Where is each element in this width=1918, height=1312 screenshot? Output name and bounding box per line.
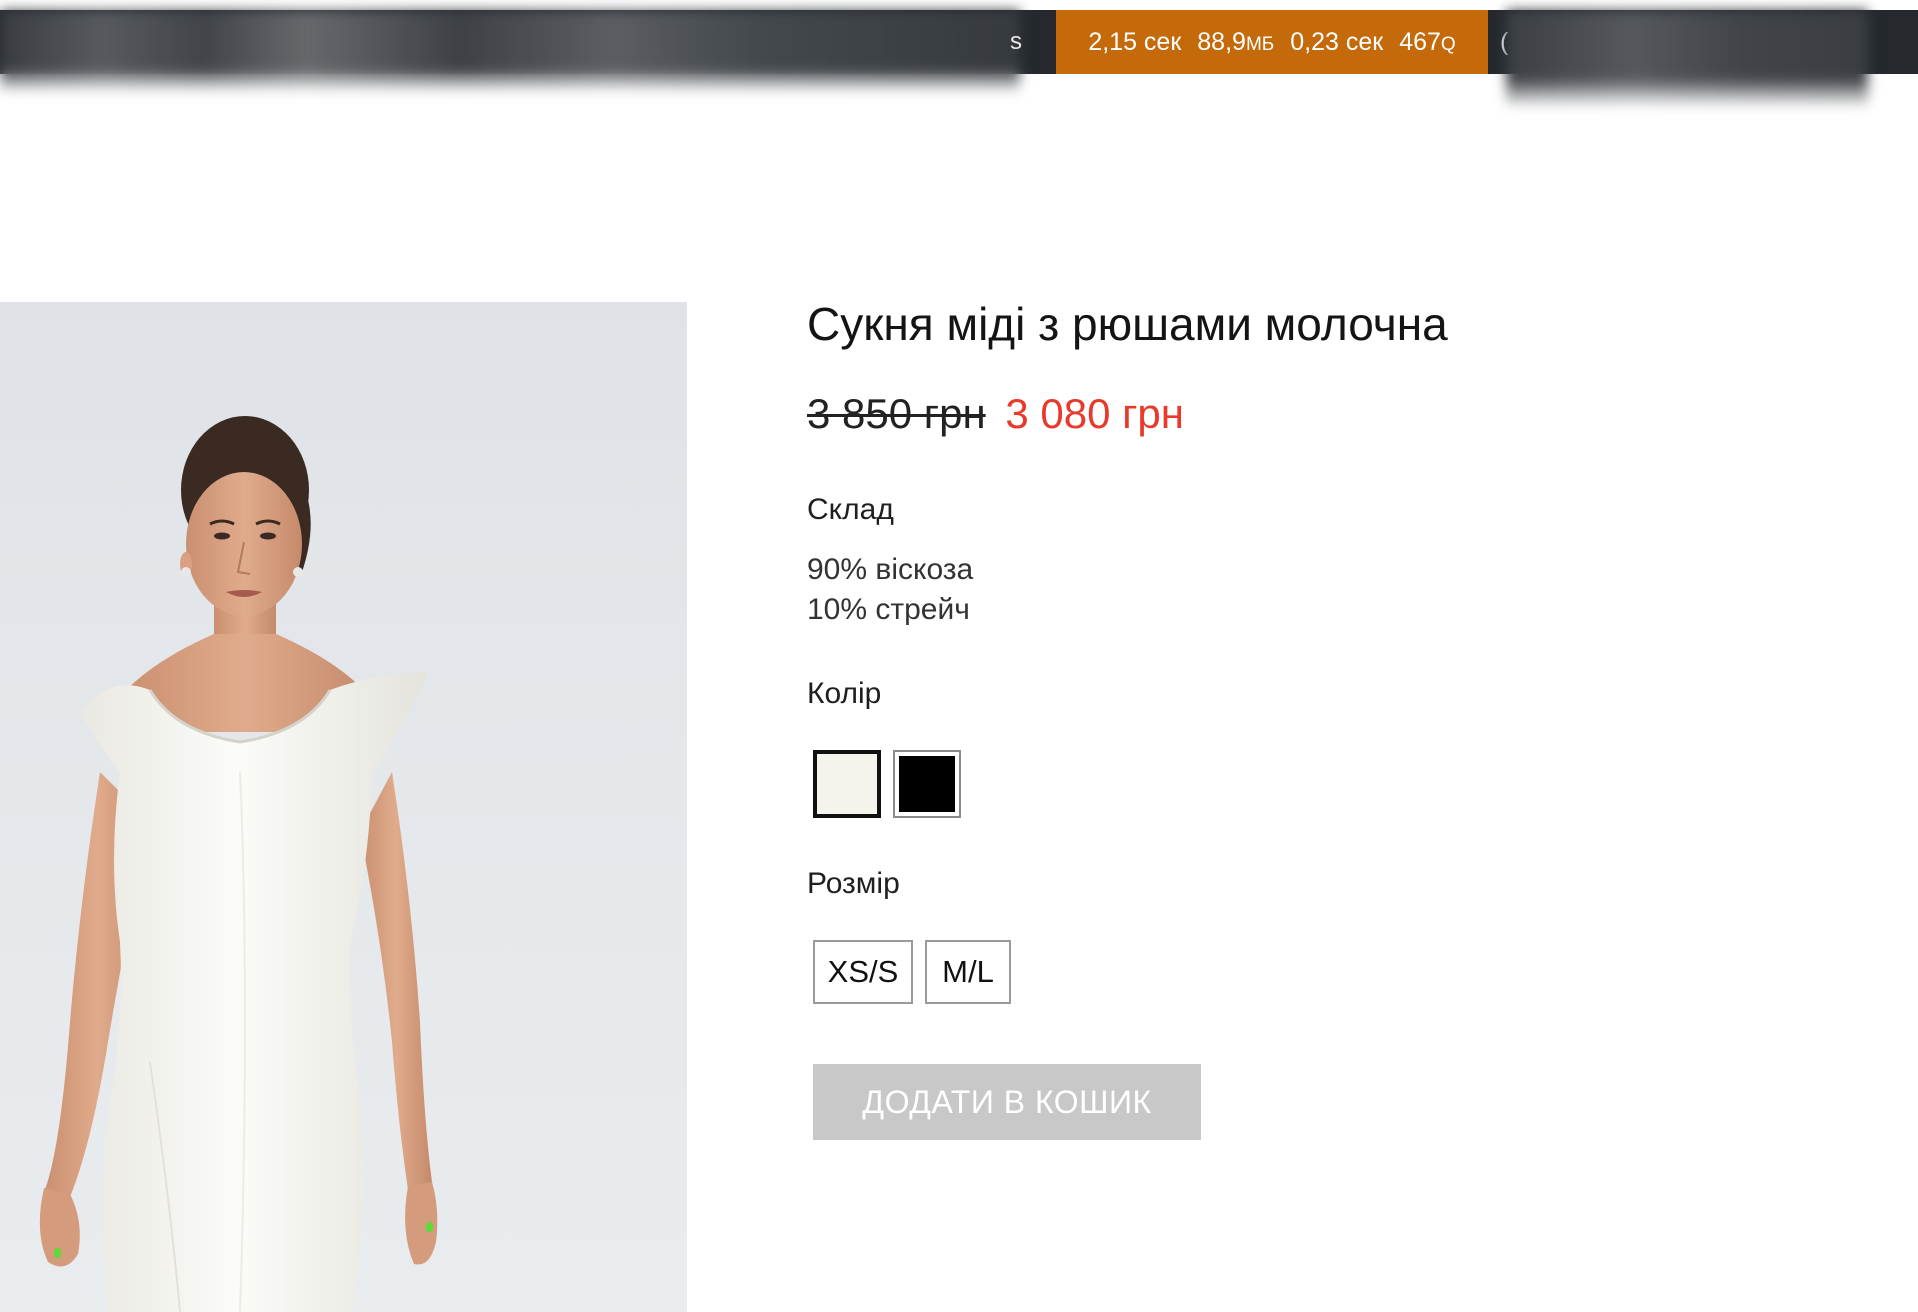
toolbar-ms-fragment: s — [1010, 28, 1022, 55]
product-photo-illustration — [39, 416, 438, 1312]
composition-item: 10% стрейч — [807, 593, 970, 626]
product-info: Сукня міді з рюшами молочна 3 850 грн 3 … — [807, 296, 1507, 1140]
composition-label: Склад — [807, 493, 894, 526]
color-swatches — [807, 750, 1507, 818]
stat-memory: 88,9МБ — [1197, 28, 1274, 57]
size-option-m-l[interactable]: M/L — [925, 940, 1011, 1004]
add-to-cart-button[interactable]: ДОДАТИ В КОШИК — [813, 1064, 1201, 1140]
composition-item: 90% віскоза — [807, 553, 974, 586]
stat-queries: 467Q — [1399, 28, 1456, 57]
size-label: Розмір — [807, 867, 900, 900]
toolbar-blurred-left — [0, 10, 1020, 92]
debug-toolbar: s 2,15 сек 88,9МБ 0,23 сек 467Q ( — [0, 10, 1918, 108]
composition-list: 90% віскоза 10% стрейч — [807, 550, 1507, 630]
price-row: 3 850 грн 3 080 грн — [807, 388, 1507, 440]
product-title: Сукня міді з рюшами молочна — [807, 298, 1448, 350]
sale-price: 3 080 грн — [1005, 390, 1184, 437]
toolbar-blurred-right — [1506, 10, 1868, 108]
color-swatch-black[interactable] — [893, 750, 961, 818]
stat-render-time: 2,15 сек — [1088, 27, 1182, 56]
toolbar-performance-stats[interactable]: 2,15 сек 88,9МБ 0,23 сек 467Q — [1056, 10, 1488, 74]
stat-query-time: 0,23 сек — [1290, 27, 1384, 56]
stat-memory-unit: МБ — [1245, 33, 1275, 55]
product-image[interactable] — [0, 302, 687, 1312]
size-options: XS/S M/L — [807, 940, 1507, 1004]
stat-memory-value: 88,9 — [1197, 27, 1246, 56]
stat-queries-value: 467 — [1399, 27, 1441, 56]
color-label: Колір — [807, 677, 882, 710]
stat-queries-unit: Q — [1440, 33, 1456, 55]
old-price: 3 850 грн — [807, 390, 986, 437]
size-option-xs-s[interactable]: XS/S — [813, 940, 913, 1004]
color-swatch-milk[interactable] — [813, 750, 881, 818]
